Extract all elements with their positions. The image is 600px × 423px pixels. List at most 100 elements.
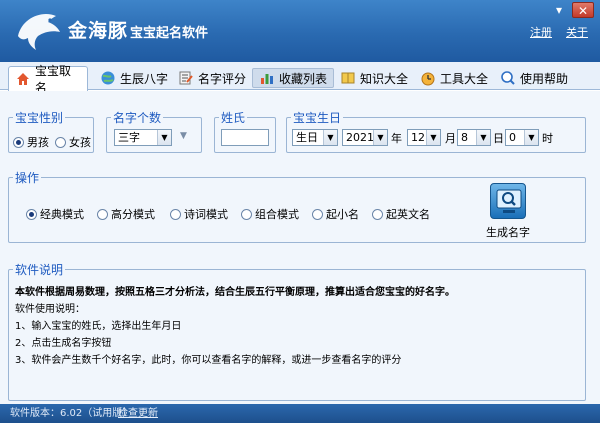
chevron-down-icon: ▼ bbox=[157, 130, 171, 145]
book-icon bbox=[341, 72, 355, 84]
mode-nickname-radio[interactable]: 起小名 bbox=[312, 206, 359, 222]
monitor-search-icon bbox=[496, 189, 522, 213]
app-brand-name: 金海豚 bbox=[68, 20, 129, 42]
clock-icon bbox=[421, 72, 435, 86]
calendar-type-value: 生日 bbox=[296, 131, 318, 144]
birth-month-select[interactable]: 12 ▼ bbox=[407, 129, 441, 146]
description-intro: 本软件根据周易数理，按照五格三才分析法，结合生辰五行平衡原理，推算出适合您宝宝的… bbox=[15, 287, 455, 298]
close-button[interactable]: ✕ bbox=[572, 2, 594, 18]
about-link[interactable]: 关于 bbox=[566, 24, 588, 40]
radio-dot bbox=[241, 208, 252, 220]
chevron-down-icon: ▼ bbox=[373, 130, 387, 145]
description-text: 本软件根据周易数理，按照五格三才分析法，结合生辰五行平衡原理，推算出适合您宝宝的… bbox=[15, 284, 581, 369]
chevron-down-icon: ▼ bbox=[426, 130, 440, 145]
birth-day-value: 8 bbox=[461, 131, 468, 144]
favorites-icon bbox=[261, 74, 273, 84]
tab-baby-naming[interactable]: 宝宝取名 bbox=[8, 64, 88, 95]
calendar-type-select[interactable]: 生日 ▼ bbox=[292, 129, 338, 146]
tab-label: 知识大全 bbox=[360, 71, 409, 86]
description-group: 软件说明 本软件根据周易数理，按照五格三才分析法，结合生辰五行平衡原理，推算出适… bbox=[8, 261, 586, 401]
tab-favorites[interactable]: 收藏列表 bbox=[252, 68, 335, 88]
mode-poetry-radio[interactable]: 诗词模式 bbox=[170, 206, 228, 222]
operation-legend: 操作 bbox=[15, 171, 40, 185]
mode-high-score-radio[interactable]: 高分模式 bbox=[97, 206, 155, 222]
chevron-down-icon: ▼ bbox=[476, 130, 490, 145]
birth-day-select[interactable]: 8 ▼ bbox=[457, 129, 491, 146]
radio-dot bbox=[13, 136, 24, 148]
usage-step: 3、软件会产生数千个好名字，此时，你可以查看名字的解释，或进一步查看名字的评分 bbox=[15, 355, 402, 366]
gender-legend: 宝宝性别 bbox=[15, 111, 64, 125]
month-unit-label: 月 bbox=[445, 132, 456, 145]
usage-title: 软件使用说明： bbox=[15, 304, 85, 315]
mode-label: 诗词模式 bbox=[184, 208, 228, 221]
tab-label: 收藏列表 bbox=[279, 71, 328, 86]
birth-year-value: 2021 bbox=[346, 131, 374, 144]
birth-month-value: 12 bbox=[411, 131, 425, 144]
dolphin-logo-icon bbox=[18, 14, 60, 50]
generate-name-label[interactable]: 生成名字 bbox=[486, 224, 530, 240]
gender-boy-label: 男孩 bbox=[27, 136, 49, 149]
name-count-dropdown-arrow[interactable]: ▼ bbox=[180, 131, 187, 141]
tab-label: 生辰八字 bbox=[120, 71, 169, 86]
version-text: 软件版本：6.02（试用版） bbox=[10, 408, 133, 419]
radio-dot bbox=[97, 208, 108, 220]
description-legend: 软件说明 bbox=[15, 263, 64, 277]
radio-dot bbox=[170, 208, 181, 220]
tab-birth-bazi[interactable]: 生辰八字 bbox=[94, 66, 174, 90]
tab-label: 工具大全 bbox=[440, 71, 489, 86]
gender-group: 宝宝性别 男孩 女孩 bbox=[8, 109, 94, 153]
minimize-button[interactable]: ▾ bbox=[548, 2, 570, 18]
surname-input[interactable] bbox=[221, 129, 269, 146]
naming-panel: 宝宝性别 男孩 女孩 名字个数 三字 ▼ ▼ 姓氏 宝宝生日 生日 ▼ 2021 ▼ … bbox=[0, 91, 600, 404]
mode-label: 起英文名 bbox=[386, 208, 430, 221]
radio-dot bbox=[312, 208, 323, 220]
gender-girl-radio[interactable]: 女孩 bbox=[55, 134, 91, 150]
title-bar: 金海豚 宝宝起名软件 ▾ ✕ 注册 关于 bbox=[0, 0, 600, 62]
radio-dot bbox=[26, 208, 37, 220]
tab-knowledge[interactable]: 知识大全 bbox=[334, 66, 414, 90]
app-brand-subtitle: 宝宝起名软件 bbox=[130, 26, 209, 41]
help-icon bbox=[501, 71, 515, 85]
surname-legend: 姓氏 bbox=[221, 111, 246, 125]
home-icon bbox=[17, 73, 29, 85]
radio-dot bbox=[372, 208, 383, 220]
tab-help[interactable]: 使用帮助 bbox=[494, 66, 574, 90]
birth-hour-select[interactable]: 0 ▼ bbox=[505, 129, 539, 146]
chevron-down-icon: ▼ bbox=[323, 130, 337, 145]
hour-unit-label: 时 bbox=[542, 132, 553, 145]
mode-label: 高分模式 bbox=[111, 208, 155, 221]
birth-hour-value: 0 bbox=[509, 131, 516, 144]
name-count-legend: 名字个数 bbox=[113, 111, 162, 125]
gender-boy-radio[interactable]: 男孩 bbox=[13, 134, 49, 150]
generate-name-button[interactable] bbox=[490, 183, 526, 219]
score-icon bbox=[179, 71, 193, 85]
tab-label: 使用帮助 bbox=[520, 71, 569, 86]
gender-girl-label: 女孩 bbox=[69, 136, 91, 149]
usage-step: 2、点击生成名字按钮 bbox=[15, 338, 112, 349]
mode-classic-radio[interactable]: 经典模式 bbox=[26, 206, 84, 222]
day-unit-label: 日 bbox=[493, 132, 504, 145]
year-unit-label: 年 bbox=[391, 132, 402, 145]
mode-label: 组合模式 bbox=[255, 208, 299, 221]
status-bar: 软件版本：6.02（试用版） 检查更新 bbox=[0, 404, 600, 423]
mode-radio-group: 经典模式 高分模式 诗词模式 组合模式 起小名 起英文名 bbox=[26, 206, 430, 222]
birth-year-select[interactable]: 2021 ▼ bbox=[342, 129, 388, 146]
name-count-select[interactable]: 三字 ▼ bbox=[114, 129, 172, 146]
tab-name-score[interactable]: 名字评分 bbox=[172, 66, 252, 90]
check-update-link[interactable]: 检查更新 bbox=[118, 404, 158, 423]
tab-label: 名字评分 bbox=[198, 71, 247, 86]
mode-label: 起小名 bbox=[326, 208, 359, 221]
chevron-down-icon: ▼ bbox=[524, 130, 538, 145]
app-brand: 金海豚 宝宝起名软件 bbox=[68, 16, 208, 43]
usage-step: 1、输入宝宝的姓氏，选择出生年月日 bbox=[15, 321, 182, 332]
mode-combination-radio[interactable]: 组合模式 bbox=[241, 206, 299, 222]
tab-tools[interactable]: 工具大全 bbox=[414, 66, 494, 90]
name-count-value: 三字 bbox=[118, 131, 140, 144]
main-tab-bar: 宝宝取名 生辰八字 名字评分 收藏列表 知识大全 工具大全 使用帮助 bbox=[0, 62, 600, 95]
radio-dot bbox=[55, 136, 66, 148]
birthday-legend: 宝宝生日 bbox=[293, 111, 342, 125]
register-link[interactable]: 注册 bbox=[530, 24, 552, 40]
globe-icon bbox=[101, 71, 115, 85]
mode-label: 经典模式 bbox=[40, 208, 84, 221]
mode-english-name-radio[interactable]: 起英文名 bbox=[372, 206, 430, 222]
